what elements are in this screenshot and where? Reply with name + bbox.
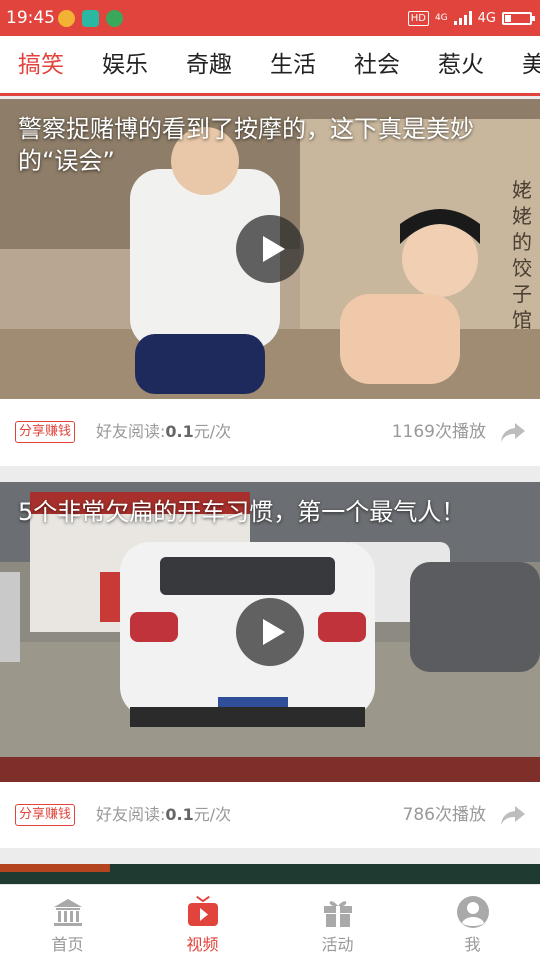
category-tabs: 搞笑 娱乐 奇趣 生活 社会 惹火 美 (0, 36, 540, 96)
nav-video-label: 视频 (186, 935, 219, 954)
video-thumbnail[interactable]: 警察捉赌博的看到了按摩的，这下真是美妙的“误会” 姥姥的饺子馆 (0, 99, 540, 399)
notification-app-icon (58, 10, 75, 27)
video-card-partial[interactable] (0, 864, 540, 884)
video-icon (188, 895, 218, 926)
gift-icon (324, 901, 352, 927)
user-icon (457, 896, 489, 928)
status-right: HD 4G 4G (407, 8, 535, 28)
video-title: 警察捉赌博的看到了按摩的，这下真是美妙的“误会” (18, 115, 474, 175)
nav-home-label: 首页 (51, 935, 84, 954)
nav-video[interactable]: 视频 (135, 885, 270, 961)
friend-read-reward: 好友阅读:0.1元/次 (96, 421, 231, 443)
tab-shehui[interactable]: 社会 (354, 50, 400, 80)
tab-shenghuo[interactable]: 生活 (270, 50, 316, 80)
thumbnail-strip (0, 864, 110, 872)
bottom-nav: 首页 视频 活动 我 (0, 884, 540, 961)
video-card[interactable]: 5个非常欠扁的开车习惯，第一个最气人！ 分享赚钱 好友阅读:0.1元/次 786… (0, 482, 540, 848)
video-footer: 分享赚钱 好友阅读:0.1元/次 786次播放 (0, 782, 540, 850)
play-button[interactable] (236, 598, 304, 666)
status-time: 19:45 (6, 8, 55, 28)
nav-home[interactable]: 首页 (0, 885, 135, 961)
watermark-text: 姥姥的饺子馆 (512, 178, 532, 332)
tab-rehuo[interactable]: 惹火 (438, 50, 484, 80)
hd-badge: HD (407, 10, 429, 26)
nav-activity-label: 活动 (321, 935, 354, 954)
reward-unit: 元/次 (193, 422, 232, 441)
notification-app-icon (106, 10, 123, 27)
tab-qiqu[interactable]: 奇趣 (186, 50, 232, 80)
reward-unit: 元/次 (193, 805, 232, 824)
reward-amount: 0.1 (165, 805, 194, 824)
reward-amount: 0.1 (165, 422, 194, 441)
status-bar: 19:45 HD 4G 4G (0, 0, 540, 36)
play-button[interactable] (236, 215, 304, 283)
network-label: 4G (477, 10, 496, 26)
video-title: 5个非常欠扁的开车习惯，第一个最气人！ (18, 498, 466, 526)
tab-gaoxiao[interactable]: 搞笑 (18, 50, 64, 80)
share-earn-badge[interactable]: 分享赚钱 (15, 421, 76, 443)
video-card[interactable]: 警察捉赌博的看到了按摩的，这下真是美妙的“误会” 姥姥的饺子馆 分享赚钱 好友阅… (0, 99, 540, 466)
video-thumbnail[interactable]: 5个非常欠扁的开车习惯，第一个最气人！ (0, 482, 540, 782)
network-small-label: 4G (434, 13, 448, 23)
play-count: 1169次播放 (391, 422, 486, 442)
notification-app-icon (82, 10, 99, 27)
friend-read-reward: 好友阅读:0.1元/次 (96, 804, 231, 826)
video-footer: 分享赚钱 好友阅读:0.1元/次 1169次播放 (0, 399, 540, 467)
reward-label: 好友阅读: (96, 805, 166, 824)
reward-label: 好友阅读: (96, 422, 166, 441)
nav-me-label: 我 (464, 935, 481, 954)
tab-yule[interactable]: 娱乐 (102, 50, 148, 80)
bank-icon (54, 899, 82, 926)
battery-icon (502, 11, 535, 25)
play-count: 786次播放 (402, 805, 486, 825)
share-earn-badge[interactable]: 分享赚钱 (15, 804, 76, 826)
share-icon[interactable] (500, 803, 526, 827)
nav-activity[interactable]: 活动 (270, 885, 405, 961)
tab-mei[interactable]: 美 (522, 50, 540, 80)
share-icon[interactable] (500, 420, 526, 444)
nav-me[interactable]: 我 (405, 885, 540, 961)
signal-icon (453, 11, 472, 25)
